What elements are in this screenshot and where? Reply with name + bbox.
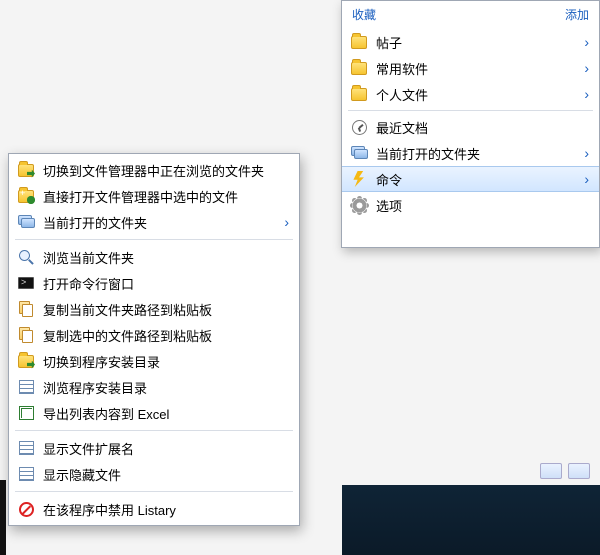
stacked-folders-icon: [350, 144, 368, 162]
tray-icon[interactable]: [540, 463, 562, 479]
favorites-item-personal-files[interactable]: 个人文件 ›: [342, 81, 599, 107]
cmd-browse-install-dir[interactable]: 浏览程序安装目录: [9, 374, 299, 400]
list-icon: [17, 378, 35, 396]
folder-icon: [350, 85, 368, 103]
menu-item-label: 浏览程序安装目录: [43, 378, 289, 397]
favorites-item-commands[interactable]: 命令 ›: [342, 166, 599, 192]
terminal-icon: [17, 274, 35, 292]
menu-item-label: 复制当前文件夹路径到粘贴板: [43, 300, 289, 319]
copy-icon: [17, 326, 35, 344]
favorites-item-label: 当前打开的文件夹: [376, 144, 578, 163]
cmd-disable-listary-here[interactable]: 在该程序中禁用 Listary: [9, 496, 299, 522]
menu-item-label: 直接打开文件管理器中选中的文件: [43, 187, 289, 206]
menu-item-label: 切换到程序安装目录: [43, 352, 289, 371]
chevron-right-icon: ›: [578, 86, 589, 102]
menu-item-label: 切换到文件管理器中正在浏览的文件夹: [43, 161, 289, 180]
favorites-item-recent-docs[interactable]: 最近文档: [342, 114, 599, 140]
favorites-item-label: 最近文档: [376, 118, 589, 137]
chevron-right-icon: ›: [578, 145, 589, 161]
favorites-item-label: 个人文件: [376, 85, 578, 104]
cmd-show-extensions[interactable]: 显示文件扩展名: [9, 435, 299, 461]
menu-item-label: 导出列表内容到 Excel: [43, 404, 289, 423]
favorites-header: 收藏 添加: [342, 1, 599, 27]
menu-item-label: 当前打开的文件夹: [43, 213, 278, 232]
cmd-switch-to-explorer-folder[interactable]: 切换到文件管理器中正在浏览的文件夹: [9, 157, 299, 183]
separator: [15, 239, 293, 240]
cmd-open-selected-file[interactable]: 直接打开文件管理器中选中的文件: [9, 183, 299, 209]
favorites-item-common-software[interactable]: 常用软件 ›: [342, 55, 599, 81]
chevron-right-icon: ›: [578, 171, 589, 187]
menu-item-label: 显示文件扩展名: [43, 439, 289, 458]
chevron-right-icon: ›: [578, 34, 589, 50]
menu-item-label: 在该程序中禁用 Listary: [43, 500, 289, 519]
copy-icon: [17, 300, 35, 318]
excel-icon: [17, 404, 35, 422]
left-edge-sliver: [0, 480, 6, 555]
folder-go-icon: [17, 352, 35, 370]
tray-icons: [540, 463, 590, 479]
menu-item-label: 浏览当前文件夹: [43, 248, 289, 267]
favorites-title[interactable]: 收藏: [352, 6, 376, 23]
folder-icon: [350, 59, 368, 77]
magnifier-icon: [17, 248, 35, 266]
cmd-open-cmd-window[interactable]: 打开命令行窗口: [9, 270, 299, 296]
cmd-currently-open-folders[interactable]: 当前打开的文件夹 ›: [9, 209, 299, 235]
folder-go-icon: [17, 161, 35, 179]
menu-item-label: 打开命令行窗口: [43, 274, 289, 293]
tray-icon[interactable]: [568, 463, 590, 479]
chevron-right-icon: ›: [278, 214, 289, 230]
cmd-copy-folder-path[interactable]: 复制当前文件夹路径到粘贴板: [9, 296, 299, 322]
commands-submenu: 切换到文件管理器中正在浏览的文件夹 直接打开文件管理器中选中的文件 当前打开的文…: [8, 153, 300, 526]
taskbar: [342, 485, 600, 555]
favorites-item-options[interactable]: 选项: [342, 192, 599, 218]
folder-icon: [350, 33, 368, 51]
favorites-item-label: 命令: [376, 170, 578, 189]
chevron-right-icon: ›: [578, 60, 589, 76]
separator: [15, 430, 293, 431]
clock-icon: [350, 118, 368, 136]
favorites-panel: 收藏 添加 帖子 › 常用软件 › 个人文件 › 最近文档 当前打开的文件夹 ›: [341, 0, 600, 248]
favorites-item-posts[interactable]: 帖子 ›: [342, 29, 599, 55]
folder-open-icon: [17, 187, 35, 205]
cmd-export-to-excel[interactable]: 导出列表内容到 Excel: [9, 400, 299, 426]
cmd-browse-current-folder[interactable]: 浏览当前文件夹: [9, 244, 299, 270]
cmd-switch-to-install-dir[interactable]: 切换到程序安装目录: [9, 348, 299, 374]
forbid-icon: [17, 500, 35, 518]
separator: [15, 491, 293, 492]
menu-item-label: 显示隐藏文件: [43, 465, 289, 484]
cmd-show-hidden-files[interactable]: 显示隐藏文件: [9, 461, 299, 487]
favorites-list: 帖子 › 常用软件 › 个人文件 › 最近文档 当前打开的文件夹 › 命令 ›: [342, 27, 599, 220]
favorites-item-label: 常用软件: [376, 59, 578, 78]
favorites-item-label: 选项: [376, 196, 589, 215]
favorites-item-open-folders[interactable]: 当前打开的文件夹 ›: [342, 140, 599, 166]
list-icon: [17, 465, 35, 483]
menu-item-label: 复制选中的文件路径到粘贴板: [43, 326, 289, 345]
cmd-copy-selected-paths[interactable]: 复制选中的文件路径到粘贴板: [9, 322, 299, 348]
list-icon: [17, 439, 35, 457]
gear-icon: [350, 196, 368, 214]
lightning-icon: [350, 170, 368, 188]
stacked-folders-icon: [17, 213, 35, 231]
separator: [348, 110, 593, 111]
favorites-add-link[interactable]: 添加: [565, 6, 589, 23]
favorites-item-label: 帖子: [376, 33, 578, 52]
